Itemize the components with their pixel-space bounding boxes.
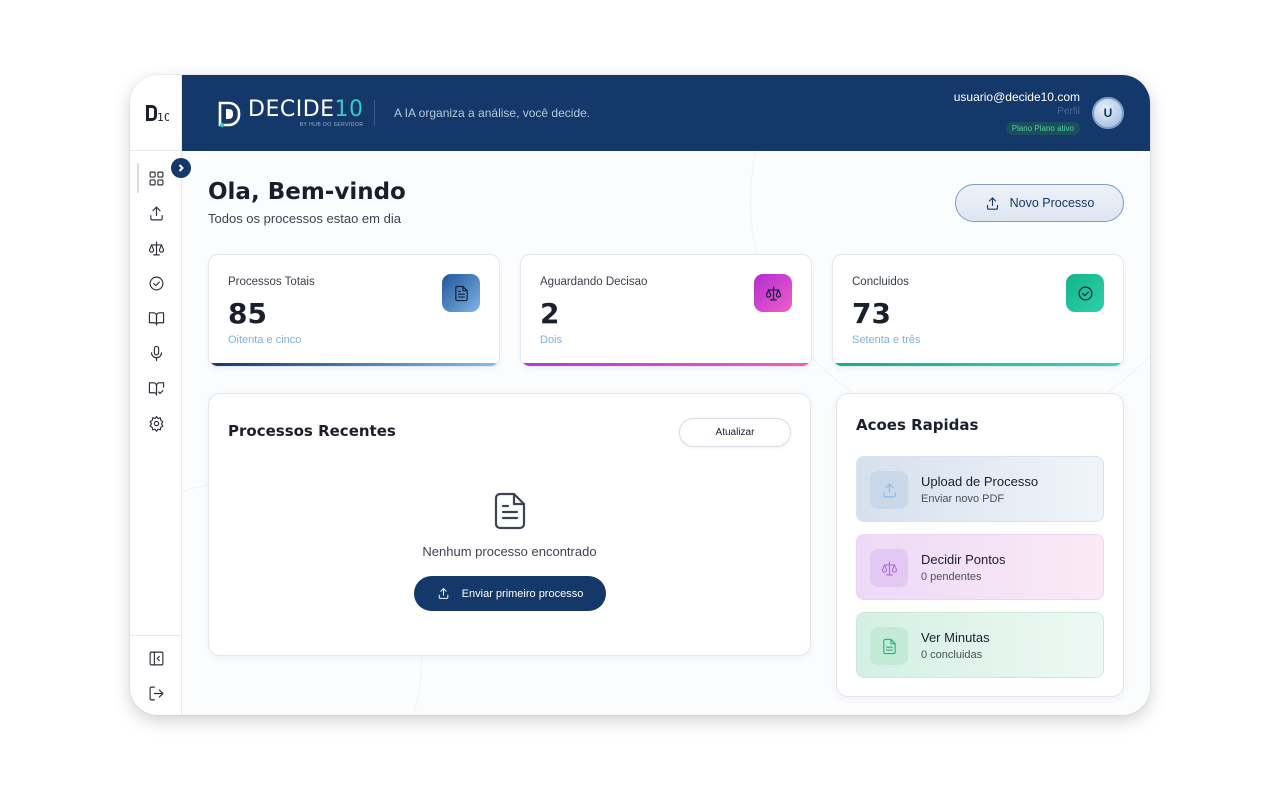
document-icon (442, 274, 480, 312)
scale-icon[interactable] (144, 236, 168, 260)
document-icon (492, 491, 528, 531)
scale-icon (870, 549, 908, 587)
stat-accent-bar (209, 363, 499, 366)
header-divider (374, 100, 375, 126)
brand-name-prefix: DECIDE (248, 97, 335, 122)
quick-action-upload[interactable]: Upload de Processo Enviar novo PDF (856, 456, 1104, 522)
brand-subtitle: BY HUB DO SERVIDOR (299, 122, 364, 128)
upload-icon (438, 588, 448, 599)
dashboard-icon[interactable] (144, 166, 168, 190)
page-subtitle: Todos os processos estao em dia (208, 211, 401, 226)
stat-accent-bar (521, 363, 811, 366)
quick-actions-card: Acoes Rapidas Upload de Processo Enviar … (836, 393, 1124, 697)
rail-logo[interactable]: 10 (130, 75, 182, 151)
page-title: Ola, Bem-vindo (208, 179, 406, 205)
quick-action-title: Decidir Pontos (921, 552, 1006, 567)
quick-action-decide[interactable]: Decidir Pontos 0 pendentes (856, 534, 1104, 600)
brand-name-suffix: 10 (334, 97, 364, 122)
svg-text:10: 10 (157, 111, 169, 124)
stat-card-completed[interactable]: Concluidos 73 Setenta e três (832, 254, 1124, 367)
main-content: Ola, Bem-vindo Todos os processos estao … (182, 151, 1150, 715)
new-process-label: Novo Processo (1009, 196, 1095, 210)
brand-logo[interactable]: DECIDE10 BY HUB DO SERVIDOR (218, 99, 364, 128)
section-title: Acoes Rapidas (856, 416, 979, 434)
stat-label: Aguardando Decisao (540, 276, 648, 288)
check-circle-icon (1066, 274, 1104, 312)
stat-accent-bar (833, 363, 1123, 366)
scale-icon (754, 274, 792, 312)
brand-name: DECIDE10 (248, 99, 364, 121)
microphone-icon[interactable] (144, 341, 168, 365)
top-header: DECIDE10 BY HUB DO SERVIDOR A IA organiz… (182, 75, 1150, 151)
stat-card-pending[interactable]: Aguardando Decisao 2 Dois (520, 254, 812, 367)
expand-sidebar-button[interactable] (171, 158, 191, 178)
upload-icon[interactable] (144, 201, 168, 225)
active-indicator (137, 163, 139, 193)
send-first-process-button[interactable]: Enviar primeiro processo (414, 576, 606, 611)
upload-icon (870, 471, 908, 509)
collapse-sidebar-icon[interactable] (144, 646, 168, 670)
quick-action-subtitle: 0 concluidas (921, 649, 983, 661)
logout-icon[interactable] (144, 681, 168, 705)
tagline: A IA organiza a análise, você decide. (394, 106, 591, 120)
quick-action-subtitle: Enviar novo PDF (921, 493, 1005, 505)
new-process-button[interactable]: Novo Processo (955, 184, 1124, 222)
refresh-button[interactable]: Atualizar (679, 418, 791, 447)
stat-words: Dois (540, 334, 563, 346)
recent-processes-card: Processos Recentes Atualizar Nenhum proc… (208, 393, 811, 656)
quick-action-minutes[interactable]: Ver Minutas 0 concluidas (856, 612, 1104, 678)
user-email: usuario@decide10.com (953, 90, 1080, 104)
stat-label: Processos Totais (228, 276, 315, 288)
check-circle-icon[interactable] (144, 271, 168, 295)
quick-action-title: Ver Minutas (921, 630, 990, 645)
gear-icon[interactable] (144, 411, 168, 435)
quick-action-title: Upload de Processo (921, 474, 1039, 489)
avatar[interactable]: U (1092, 97, 1124, 129)
stat-words: Setenta e três (852, 334, 921, 346)
user-role: Perfil (1057, 106, 1080, 117)
book-check-icon[interactable] (144, 376, 168, 400)
stat-value: 73 (852, 297, 891, 330)
logo-icon: 10 (146, 104, 169, 124)
empty-state-text: Nenhum processo encontrado (422, 544, 597, 559)
book-icon[interactable] (144, 306, 168, 330)
quick-action-subtitle: 0 pendentes (921, 571, 982, 583)
brand-mark-icon (218, 101, 241, 127)
stat-words: Oitenta e cinco (228, 334, 302, 346)
document-icon (870, 627, 908, 665)
chevron-right-icon (178, 164, 184, 172)
app-window: 10 DECIDE10 BY HUB DO SERVIDOR A IA orga… (130, 75, 1150, 715)
sidebar-divider (130, 635, 182, 636)
upload-icon (986, 196, 998, 210)
stat-value: 2 (540, 297, 560, 330)
section-title: Processos Recentes (228, 422, 396, 440)
plan-badge: Plano Plano ativo (1005, 122, 1080, 135)
send-first-process-label: Enviar primeiro processo (461, 587, 584, 600)
stat-value: 85 (228, 297, 267, 330)
stat-card-total[interactable]: Processos Totais 85 Oitenta e cinco (208, 254, 500, 367)
stat-label: Concluidos (852, 276, 909, 288)
